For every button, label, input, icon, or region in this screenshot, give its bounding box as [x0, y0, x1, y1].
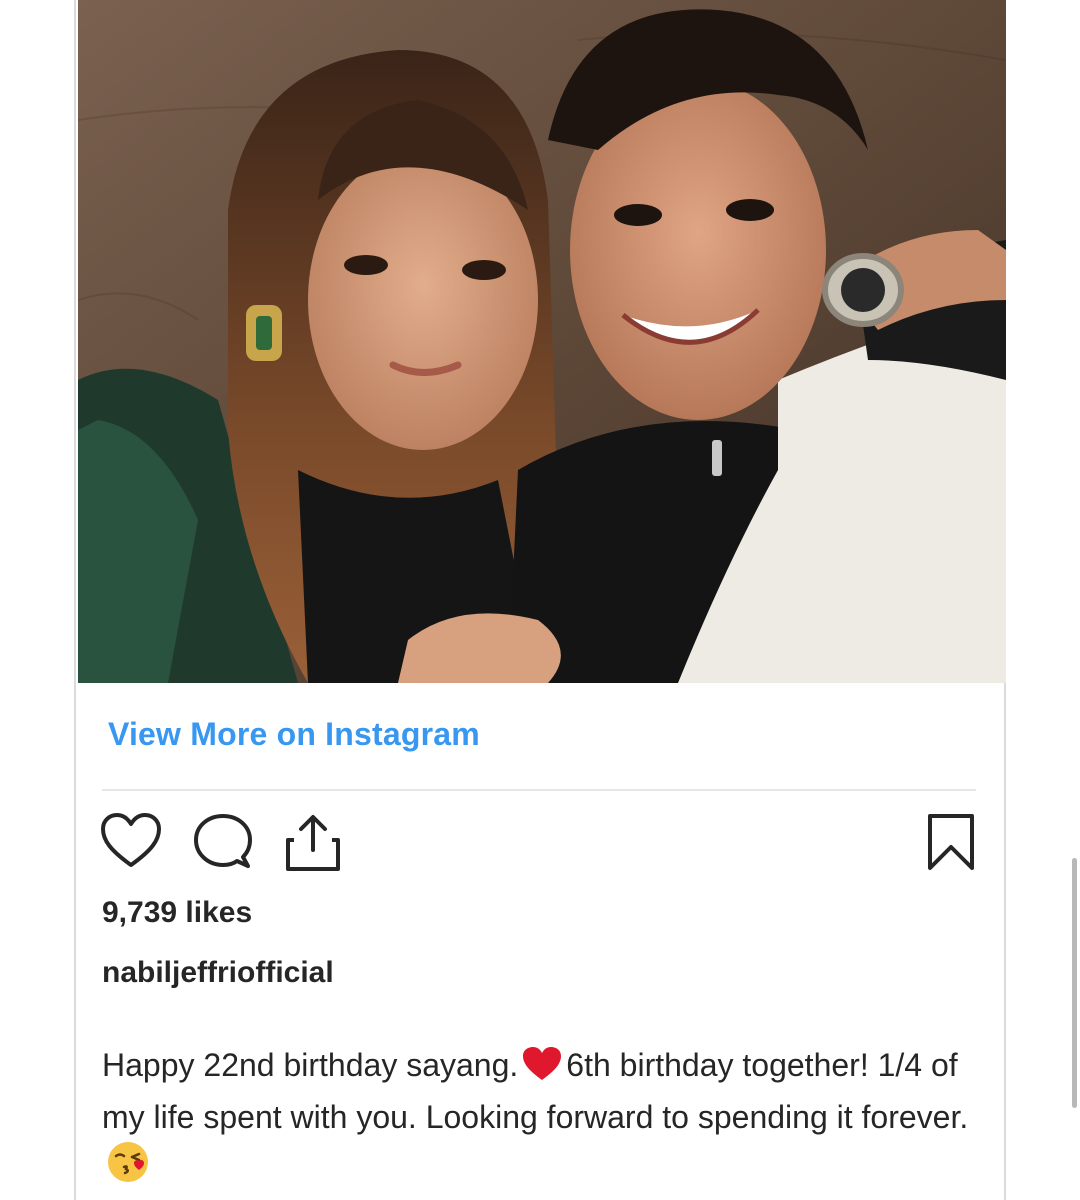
caption-text-1: Happy 22nd birthday sayang.: [102, 1047, 519, 1083]
post-caption: Happy 22nd birthday sayang. 6th birthday …: [102, 1042, 982, 1196]
heart-icon[interactable]: [100, 812, 162, 875]
post-actions-bar: [100, 812, 976, 876]
couple-selfie-photo: [78, 0, 1006, 683]
face-blowing-kiss-emoji: [106, 1140, 150, 1196]
likes-count[interactable]: 9,739 likes: [102, 896, 252, 930]
scrollbar[interactable]: [1072, 858, 1077, 1108]
divider: [102, 789, 976, 791]
username[interactable]: nabiljeffriofficial: [102, 956, 334, 990]
instagram-embed-card: View More on Instagram 9,739 likes nabil…: [74, 0, 1006, 1200]
post-photo[interactable]: [78, 0, 1006, 683]
bookmark-icon[interactable]: [926, 812, 976, 877]
view-more-on-instagram-link[interactable]: View More on Instagram: [108, 716, 480, 753]
red-heart-emoji: [522, 1046, 562, 1094]
share-icon[interactable]: [284, 812, 342, 879]
comment-icon[interactable]: [192, 812, 254, 877]
